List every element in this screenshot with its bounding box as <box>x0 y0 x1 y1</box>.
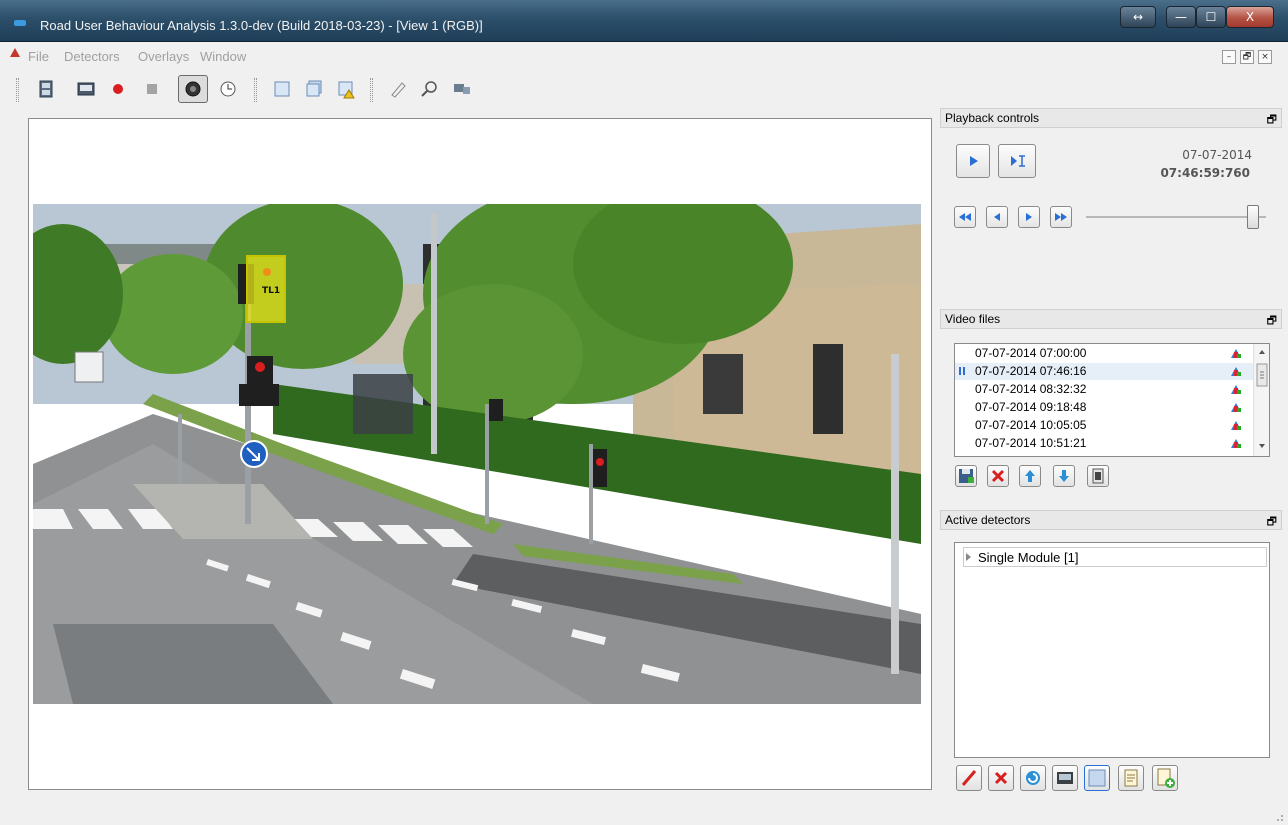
menu-file[interactable]: File <box>28 49 49 64</box>
magnifier-icon[interactable] <box>420 79 440 99</box>
size-grip-icon[interactable] <box>1274 811 1284 821</box>
rewind-button[interactable] <box>954 206 976 228</box>
mdi-close-button[interactable]: × <box>1258 50 1272 64</box>
step-back-button[interactable] <box>986 206 1008 228</box>
float-panel-icon[interactable]: 🗗 <box>1267 513 1277 532</box>
file-label: 07-07-2014 10:51:21 <box>975 436 1087 450</box>
toolbar-separator <box>254 78 257 102</box>
list-item[interactable]: 07-07-2014 09:18:48 <box>955 399 1255 416</box>
playback-time: 07:46:59:760 <box>1160 166 1250 180</box>
title-bar: Road User Behaviour Analysis 1.3.0-dev (… <box>0 0 1288 42</box>
save-list-button[interactable] <box>955 465 977 487</box>
float-panel-icon[interactable]: 🗗 <box>1267 111 1277 130</box>
detector-label: Single Module [1] <box>978 550 1079 565</box>
rgb-icon <box>1231 367 1241 376</box>
edit-detector-button[interactable] <box>956 765 982 791</box>
detector-properties-button[interactable] <box>1118 765 1144 791</box>
screen-icon[interactable] <box>76 79 96 99</box>
add-detector-button[interactable] <box>1152 765 1178 791</box>
video-view[interactable]: TL1 <box>28 118 932 790</box>
move-down-button[interactable] <box>1053 465 1075 487</box>
clock-icon[interactable] <box>218 79 238 99</box>
rgb-icon <box>1231 349 1241 358</box>
refresh-detector-button[interactable] <box>1020 765 1046 791</box>
minimize-button[interactable]: — <box>1166 6 1196 28</box>
app-logo-icon <box>10 48 20 57</box>
move-up-button[interactable] <box>1019 465 1041 487</box>
mdi-restore-button[interactable]: 🗗 <box>1240 50 1254 64</box>
maximize-button[interactable]: ☐ <box>1196 6 1226 28</box>
file-label: 07-07-2014 10:05:05 <box>975 418 1087 432</box>
detector-view-button[interactable] <box>1052 765 1078 791</box>
toolbar-grip[interactable] <box>16 78 19 102</box>
frame-icon[interactable] <box>272 79 292 99</box>
stop-icon[interactable] <box>142 79 162 99</box>
panel-title: Video files 🗗 <box>940 309 1282 329</box>
list-item[interactable]: 07-07-2014 08:32:32 <box>955 381 1255 398</box>
rgb-icon <box>1231 403 1241 412</box>
frames-icon[interactable] <box>304 79 324 99</box>
close-button[interactable]: X <box>1226 6 1274 28</box>
expand-arrow-icon[interactable] <box>966 553 971 561</box>
remove-file-button[interactable] <box>987 465 1009 487</box>
active-detectors-title: Active detectors <box>945 513 1031 527</box>
playback-title: Playback controls <box>945 111 1040 125</box>
list-item[interactable]: 07-07-2014 10:05:05 <box>955 417 1255 434</box>
panel-title: Active detectors 🗗 <box>940 510 1282 530</box>
file-label: 07-07-2014 09:18:48 <box>975 400 1087 414</box>
menu-bar: File Detectors Overlays Window <box>8 46 1280 68</box>
video-frame-image[interactable]: TL1 <box>33 204 921 704</box>
panel-title: Playback controls 🗗 <box>940 108 1282 128</box>
playback-date: 07-07-2014 <box>1182 148 1252 162</box>
playback-slider-track[interactable] <box>1086 216 1266 218</box>
frame-warning-icon[interactable] <box>336 79 356 99</box>
menu-overlays[interactable]: Overlays <box>138 49 189 64</box>
detector-tree[interactable]: Single Module [1] <box>954 542 1270 758</box>
pencil-icon[interactable] <box>388 79 408 99</box>
play-button[interactable] <box>956 144 990 178</box>
list-item[interactable]: 07-07-2014 07:00:00 <box>955 345 1255 362</box>
toolbar-separator <box>370 78 373 102</box>
file-label: 07-07-2014 07:46:16 <box>975 364 1087 378</box>
file-label: 07-07-2014 08:32:32 <box>975 382 1087 396</box>
fast-forward-button[interactable] <box>1050 206 1072 228</box>
window-title: Road User Behaviour Analysis 1.3.0-dev (… <box>40 18 483 33</box>
file-label: 07-07-2014 07:00:00 <box>975 346 1087 360</box>
resize-button[interactable]: ↔ <box>1120 6 1156 28</box>
detector-frame-button[interactable] <box>1084 765 1110 791</box>
menu-detectors[interactable]: Detectors <box>64 49 120 64</box>
mdi-minimize-button[interactable]: – <box>1222 50 1236 64</box>
scrollbar[interactable] <box>1253 344 1269 456</box>
float-panel-icon[interactable]: 🗗 <box>1267 312 1277 331</box>
film-icon[interactable] <box>36 79 56 99</box>
monitor-icon[interactable] <box>452 79 472 99</box>
app-icon <box>14 20 26 26</box>
rgb-icon <box>1231 385 1241 394</box>
detector-overlay-label: TL1 <box>262 286 280 296</box>
menu-window[interactable]: Window <box>200 49 246 64</box>
list-item-selected[interactable]: 07-07-2014 07:46:16 <box>955 363 1255 380</box>
record-icon[interactable] <box>108 79 128 99</box>
rgb-icon <box>1231 439 1241 448</box>
list-item[interactable]: 07-07-2014 10:51:21 <box>955 435 1255 452</box>
delete-detector-button[interactable] <box>988 765 1014 791</box>
playing-icon <box>959 367 965 375</box>
camera-icon[interactable] <box>178 75 208 103</box>
tree-item[interactable]: Single Module [1] <box>963 547 1267 567</box>
toolbar <box>8 70 1280 108</box>
play-step-button[interactable] <box>998 144 1036 178</box>
video-files-list[interactable]: 07-07-2014 07:00:00 07-07-2014 07:46:16 … <box>954 343 1270 457</box>
step-forward-button[interactable] <box>1018 206 1040 228</box>
playback-slider-handle[interactable] <box>1247 205 1260 229</box>
file-info-button[interactable] <box>1087 465 1109 487</box>
video-files-title: Video files <box>945 312 1001 326</box>
rgb-icon <box>1231 421 1241 430</box>
